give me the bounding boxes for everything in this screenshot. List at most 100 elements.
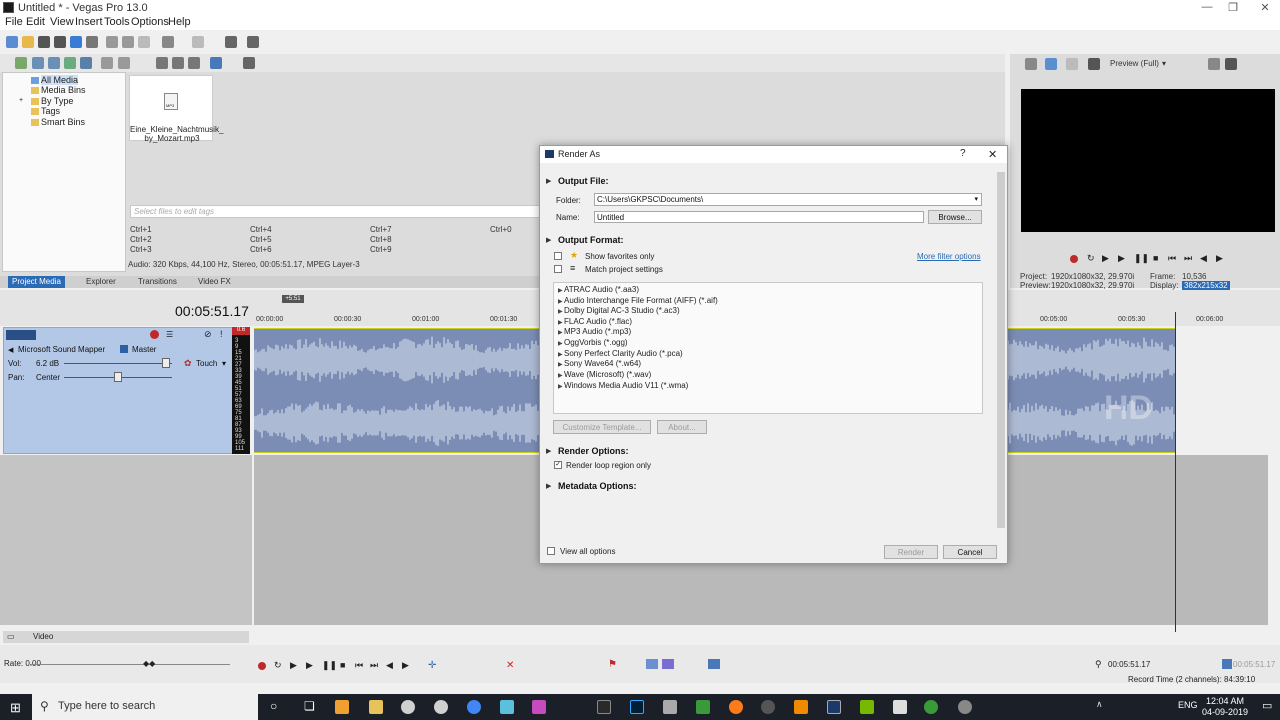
vlc-taskbar-icon[interactable] <box>794 700 808 714</box>
tree-item-by-type[interactable]: By Type <box>41 96 73 106</box>
tab-explorer[interactable]: Explorer <box>82 276 120 288</box>
chevron-down-icon[interactable]: ▾ <box>1162 59 1166 68</box>
stop-icon[interactable]: ■ <box>1153 253 1158 263</box>
pause-icon[interactable]: ❚❚ <box>322 660 337 671</box>
about-button[interactable]: About... <box>657 420 707 434</box>
vegas-taskbar-icon[interactable] <box>597 700 611 714</box>
format-list[interactable]: ▶ ATRAC Audio (*.aa3) ▶ Audio Interchang… <box>553 282 983 414</box>
track-fx-icon[interactable]: ☰ <box>166 330 173 339</box>
cut-icon[interactable] <box>106 36 118 48</box>
record-icon[interactable] <box>1070 255 1078 263</box>
media-file-tile[interactable]: MP3 Eine_Kleine_Nachtmusik_ by_Mozart.mp… <box>129 75 223 143</box>
format-item[interactable]: Dolby Digital AC-3 Studio (*.ac3) <box>564 306 680 315</box>
expand-icon[interactable]: ▶ <box>558 372 563 379</box>
tree-item-smart-bins[interactable]: Smart Bins <box>41 117 85 127</box>
split-screen-icon[interactable] <box>1066 58 1078 70</box>
format-item[interactable]: Sony Perfect Clarity Audio (*.pca) <box>564 349 683 358</box>
new-icon[interactable] <box>6 36 18 48</box>
tray-chevron-icon[interactable]: ∧ <box>1096 699 1103 710</box>
collapse-icon[interactable]: ▶ <box>546 236 551 244</box>
marker-icon[interactable]: ⚑ <box>608 659 617 670</box>
play-from-start-icon[interactable]: ▶ <box>1102 253 1109 264</box>
save-snapshot-icon[interactable] <box>1225 58 1237 70</box>
redo-icon[interactable] <box>192 36 204 48</box>
import-media-icon[interactable] <box>15 57 27 69</box>
play-media-icon[interactable] <box>156 57 168 69</box>
maximize-button[interactable]: ❐ <box>1221 1 1245 15</box>
menu-file[interactable]: File <box>5 16 23 28</box>
menu-tools[interactable]: Tools <box>104 16 130 28</box>
view-all-options-checkbox[interactable] <box>547 547 555 555</box>
app-taskbar-icon[interactable] <box>663 700 677 714</box>
taskbar-search-box[interactable]: ⚲ Type here to search <box>32 694 258 720</box>
expand-icon[interactable]: ▶ <box>558 319 563 326</box>
play-icon[interactable]: ▶ <box>1118 253 1125 264</box>
expand-icon[interactable]: ▶ <box>558 340 563 347</box>
media-player-taskbar-icon[interactable] <box>335 700 349 714</box>
save-as-icon[interactable] <box>54 36 66 48</box>
nvidia-taskbar-icon[interactable] <box>860 700 874 714</box>
taskbar-search-input[interactable]: Type here to search <box>58 700 155 712</box>
tab-video-fx[interactable]: Video FX <box>194 276 235 288</box>
automation-mode[interactable]: Touch <box>196 359 217 368</box>
edit-tags-input[interactable]: Select files to edit tags <box>130 205 540 218</box>
auto-ripple-icon[interactable] <box>646 659 658 669</box>
delete-icon[interactable]: ✕ <box>506 660 514 671</box>
app-taskbar-icon[interactable] <box>500 700 514 714</box>
app-taskbar-icon[interactable] <box>532 700 546 714</box>
show-favorites-checkbox[interactable] <box>554 252 562 260</box>
expand-icon[interactable]: ▶ <box>558 351 563 358</box>
mute-icon[interactable]: ⊘ <box>204 329 212 340</box>
app-taskbar-icon[interactable] <box>827 700 841 714</box>
render-icon[interactable] <box>70 36 82 48</box>
render-loop-checkbox[interactable]: ✓ <box>554 461 562 469</box>
format-item[interactable]: Audio Interchange File Format (AIFF) (*.… <box>564 296 718 305</box>
play-icon[interactable]: ▶ <box>306 660 313 671</box>
save-icon[interactable] <box>38 36 50 48</box>
cortana-icon[interactable]: ○ <box>270 699 277 713</box>
browse-button[interactable]: Browse... <box>928 210 982 224</box>
capture-video-icon[interactable] <box>32 57 44 69</box>
properties-icon[interactable] <box>86 36 98 48</box>
format-item[interactable]: FLAC Audio (*.flac) <box>564 317 632 326</box>
enable-snapping-icon[interactable] <box>225 36 237 48</box>
track-device[interactable]: Microsoft Sound Mapper <box>18 345 105 354</box>
app-taskbar-icon[interactable] <box>696 700 710 714</box>
settings-taskbar-icon[interactable] <box>401 700 415 714</box>
next-frame-icon[interactable]: ▶ <box>1216 253 1223 264</box>
format-item[interactable]: Wave (Microsoft) (*.wav) <box>564 370 651 379</box>
app-taskbar-icon[interactable] <box>924 700 938 714</box>
tree-item-media-bins[interactable]: Media Bins <box>41 85 86 95</box>
preview-quality-select[interactable]: Preview (Full) <box>1110 59 1159 68</box>
solo-icon[interactable]: ! <box>220 329 223 339</box>
dialog-close-button[interactable]: ✕ <box>988 148 997 161</box>
go-to-end-icon[interactable]: ⏭ <box>370 660 378 671</box>
stop-icon[interactable]: ■ <box>340 660 345 670</box>
file-explorer-taskbar-icon[interactable] <box>369 700 383 714</box>
go-to-start-icon[interactable]: ⏮ <box>355 660 363 671</box>
record-icon[interactable] <box>258 662 266 670</box>
arm-record-icon[interactable] <box>150 330 159 339</box>
more-filter-options-link[interactable]: More filter options <box>917 252 981 261</box>
pan-slider-handle[interactable] <box>114 372 122 382</box>
help-button[interactable]: ? <box>960 148 966 159</box>
prev-frame-icon[interactable]: ◀ <box>386 660 393 671</box>
clock-time[interactable]: 12:04 AM <box>1206 696 1244 706</box>
menu-insert[interactable]: Insert <box>75 16 103 28</box>
app-taskbar-icon[interactable] <box>761 700 775 714</box>
tab-project-media[interactable]: Project Media <box>8 276 65 288</box>
render-button[interactable]: Render <box>884 545 938 559</box>
lock-envelopes-icon[interactable] <box>662 659 674 669</box>
tree-item-all-media[interactable]: All Media <box>41 75 79 85</box>
firefox-taskbar-icon[interactable] <box>729 700 743 714</box>
external-monitor-icon[interactable] <box>1045 58 1057 70</box>
expand-icon[interactable]: ▶ <box>558 287 563 294</box>
preview-properties-icon[interactable] <box>1025 58 1037 70</box>
name-field[interactable]: Untitled <box>594 211 924 223</box>
notification-icon[interactable]: ▭ <box>1262 699 1272 712</box>
stop-media-icon[interactable] <box>172 57 184 69</box>
views-icon[interactable] <box>210 57 222 69</box>
menu-view[interactable]: View <box>50 16 74 28</box>
loop-region-marker[interactable]: +5:51 <box>282 295 304 303</box>
open-icon[interactable] <box>22 36 34 48</box>
